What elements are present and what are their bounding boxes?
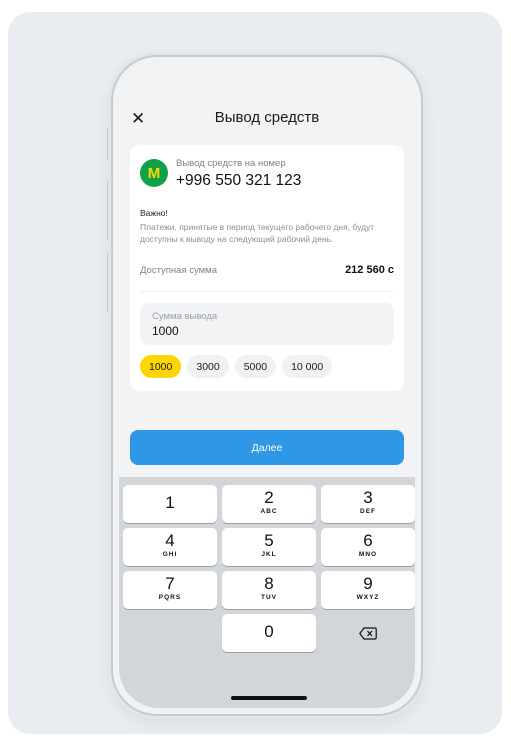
key-letters: GHI xyxy=(162,551,178,558)
key-digit: 0 xyxy=(264,622,274,641)
header: ✕ Вывод средств xyxy=(119,103,415,133)
balance-value: 212 560 с xyxy=(345,264,394,276)
key-digit: 8 xyxy=(264,574,274,593)
key-letters: TUV xyxy=(261,594,277,601)
key-6[interactable]: 6 MNO xyxy=(321,528,415,566)
amount-input[interactable] xyxy=(152,324,352,338)
chip-1000[interactable]: 1000 xyxy=(140,355,182,378)
backspace-icon xyxy=(359,626,377,640)
phone-number: +996 550 321 123 xyxy=(176,172,302,189)
phone-side-button xyxy=(107,128,110,160)
key-digit: 2 xyxy=(264,488,274,507)
phone-side-button xyxy=(107,180,110,240)
notice-text: Платежи, принятые в период текущего рабо… xyxy=(140,222,375,244)
balance-label: Доступная сумма xyxy=(140,265,217,276)
key-digit: 3 xyxy=(363,488,373,507)
logo-letter: M xyxy=(147,164,161,182)
chip-3000[interactable]: 3000 xyxy=(187,355,229,378)
backspace-key[interactable] xyxy=(321,614,415,652)
key-digit: 5 xyxy=(264,531,274,550)
key-8[interactable]: 8 TUV xyxy=(222,571,316,609)
key-5[interactable]: 5 JKL xyxy=(222,528,316,566)
chip-10000[interactable]: 10 000 xyxy=(282,355,333,378)
key-digit: 6 xyxy=(363,531,373,550)
page-title: Вывод средств xyxy=(214,109,320,126)
phone-frame: ✕ Вывод средств M Вывод средств на номер… xyxy=(111,55,423,716)
key-digit: 4 xyxy=(165,531,175,550)
key-0[interactable]: 0 xyxy=(222,614,316,652)
chip-5000[interactable]: 5000 xyxy=(234,355,277,378)
key-letters: WXYZ xyxy=(356,594,380,601)
key-2[interactable]: 2 ABC xyxy=(222,485,316,523)
key-digit: 1 xyxy=(165,493,175,512)
key-digit: 9 xyxy=(363,574,373,593)
key-letters: PQRS xyxy=(158,594,182,601)
withdraw-panel: M Вывод средств на номер +996 550 321 12… xyxy=(130,145,404,391)
next-button[interactable]: Далее xyxy=(130,430,404,465)
home-indicator xyxy=(231,696,307,700)
key-7[interactable]: 7 PQRS xyxy=(123,571,217,609)
operator-logo: M xyxy=(140,159,168,187)
key-letters: JKL xyxy=(261,551,277,558)
key-1[interactable]: 1 xyxy=(123,485,217,523)
amount-chips: 1000 3000 5000 10 000 xyxy=(140,355,333,378)
key-3[interactable]: 3 DEF xyxy=(321,485,415,523)
notice-title: Важно! xyxy=(140,208,168,218)
amount-label: Сумма вывода xyxy=(152,311,218,322)
key-9[interactable]: 9 WXYZ xyxy=(321,571,415,609)
key-4[interactable]: 4 GHI xyxy=(123,528,217,566)
key-letters: DEF xyxy=(360,508,376,515)
key-letters: MNO xyxy=(358,551,378,558)
phone-side-button xyxy=(107,252,110,312)
number-label: Вывод средств на номер xyxy=(176,158,286,169)
key-digit: 7 xyxy=(165,574,175,593)
divider xyxy=(140,291,394,292)
amount-field[interactable]: Сумма вывода xyxy=(140,303,394,345)
key-letters: ABC xyxy=(260,508,278,515)
numeric-keypad: 1 2 ABC 3 DEF 4 GHI 5 JKL 6 MNO 7 PQRS 8… xyxy=(119,477,415,708)
screen: ✕ Вывод средств M Вывод средств на номер… xyxy=(119,63,415,708)
